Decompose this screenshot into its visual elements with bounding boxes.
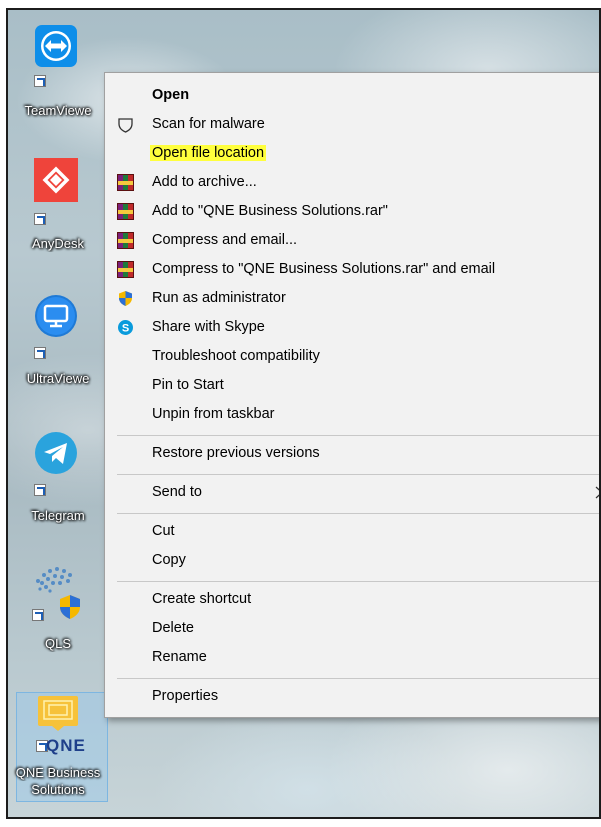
qne-logo-icon	[38, 696, 78, 731]
menu-item-compress-and-email[interactable]: Compress and email...	[105, 226, 599, 255]
menu-item-label: Open file location	[150, 145, 267, 161]
desktop-icon-label: Telegram	[31, 508, 85, 523]
desktop-icon-label-line1: QNE Business	[15, 765, 101, 780]
menu-item-cut[interactable]: Cut	[105, 517, 599, 546]
menu-item-rename[interactable]: Rename	[105, 643, 599, 672]
shortcut-arrow-icon	[34, 213, 46, 225]
desktop-icon-label-line2: Solutions	[31, 782, 85, 797]
desktop-icon-qls[interactable]: QLS	[8, 555, 108, 655]
menu-item-label: Unpin from taskbar	[152, 406, 275, 422]
desktop-icon-teamviewer[interactable]: TeamViewe	[8, 18, 108, 118]
desktop-icon-ultraviewer[interactable]: UltraViewe	[8, 288, 108, 388]
desktop-icon-qne-business-solutions[interactable]: QNE QNE Business Solutions	[8, 692, 108, 802]
menu-item-label: Compress and email...	[152, 232, 298, 248]
menu-item-share-with-skype[interactable]: S Share with Skype	[105, 313, 599, 342]
context-menu: Open Scan for malware Open file location…	[104, 72, 599, 718]
telegram-icon	[35, 432, 77, 474]
menu-item-label: Delete	[152, 620, 194, 636]
desktop-icon-label: UltraViewe	[26, 371, 90, 386]
menu-item-scan-for-malware[interactable]: Scan for malware	[105, 110, 599, 139]
teamviewer-icon	[35, 25, 77, 67]
ultraviewer-icon	[35, 295, 77, 337]
menu-item-properties[interactable]: Properties	[105, 682, 599, 711]
desktop-icon-label: TeamViewe	[24, 103, 92, 118]
menu-item-label: Copy	[152, 552, 186, 568]
desktop-icon-label: QLS	[44, 636, 71, 651]
shortcut-arrow-icon	[34, 484, 46, 496]
qne-logo-text: QNE	[46, 736, 86, 755]
desktop-icon-label: AnyDesk	[31, 236, 85, 251]
menu-item-label: Cut	[152, 523, 175, 539]
winrar-icon	[117, 203, 134, 220]
winrar-icon	[117, 174, 134, 191]
menu-item-label: Rename	[152, 649, 207, 665]
top-strip	[0, 0, 601, 8]
menu-item-open[interactable]: Open	[105, 81, 599, 110]
chevron-right-icon	[595, 486, 599, 499]
winrar-icon	[117, 261, 134, 278]
skype-icon: S	[118, 320, 133, 335]
menu-item-label: Run as administrator	[152, 290, 286, 306]
menu-item-label: Share with Skype	[152, 319, 265, 335]
menu-item-run-as-administrator[interactable]: Run as administrator	[105, 284, 599, 313]
menu-item-unpin-from-taskbar[interactable]: Unpin from taskbar	[105, 400, 599, 429]
menu-item-label: Create shortcut	[152, 591, 252, 607]
desktop: TeamViewe AnyDesk UltraViewe Telegram QL…	[6, 8, 601, 819]
menu-item-open-file-location[interactable]: Open file location	[105, 139, 599, 168]
menu-separator	[117, 513, 599, 514]
menu-item-label: Open	[152, 87, 190, 103]
menu-item-compress-to-rar-and-email[interactable]: Compress to "QNE Business Solutions.rar"…	[105, 255, 599, 284]
menu-separator	[117, 581, 599, 582]
menu-separator	[117, 435, 599, 436]
menu-item-add-to-archive[interactable]: Add to archive...	[105, 168, 599, 197]
menu-item-label: Add to "QNE Business Solutions.rar"	[152, 203, 388, 219]
menu-item-label: Troubleshoot compatibility	[152, 348, 320, 364]
shortcut-arrow-icon	[34, 347, 46, 359]
menu-item-label: Restore previous versions	[152, 445, 320, 461]
desktop-icon-telegram[interactable]: Telegram	[8, 425, 108, 525]
menu-item-restore-previous-versions[interactable]: Restore previous versions	[105, 439, 599, 468]
menu-item-create-shortcut[interactable]: Create shortcut	[105, 585, 599, 614]
winrar-icon	[117, 232, 134, 249]
menu-item-pin-to-start[interactable]: Pin to Start	[105, 371, 599, 400]
menu-item-troubleshoot-compatibility[interactable]: Troubleshoot compatibility	[105, 342, 599, 371]
anydesk-icon	[34, 158, 78, 202]
shield-outline-icon	[118, 118, 133, 133]
menu-item-label: Properties	[152, 688, 219, 704]
shortcut-arrow-icon	[34, 75, 46, 87]
shortcut-arrow-icon	[32, 609, 44, 621]
menu-item-label: Pin to Start	[152, 377, 224, 393]
menu-item-label: Scan for malware	[152, 116, 265, 132]
uac-shield-icon	[119, 291, 132, 306]
menu-item-copy[interactable]: Copy	[105, 546, 599, 575]
menu-item-label: Add to archive...	[152, 174, 257, 190]
menu-separator	[117, 474, 599, 475]
menu-separator	[117, 678, 599, 679]
svg-text:S: S	[122, 323, 129, 335]
menu-item-delete[interactable]: Delete	[105, 614, 599, 643]
menu-item-label: Compress to "QNE Business Solutions.rar"…	[152, 261, 496, 277]
desktop-icon-anydesk[interactable]: AnyDesk	[8, 155, 108, 255]
menu-item-label: Send to	[152, 484, 202, 500]
menu-item-add-to-rar[interactable]: Add to "QNE Business Solutions.rar"	[105, 197, 599, 226]
menu-item-send-to[interactable]: Send to	[105, 478, 599, 507]
